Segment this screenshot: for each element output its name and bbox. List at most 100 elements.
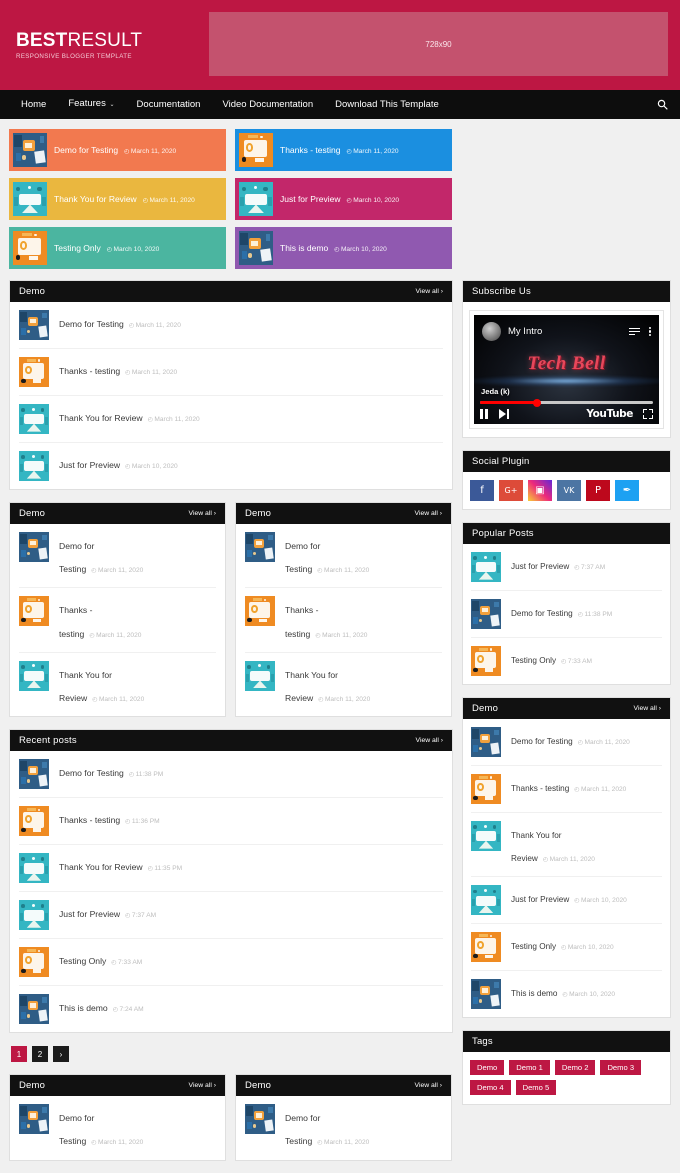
post-title[interactable]: Demo for Testing: [511, 609, 573, 618]
featured-thumbnail: [239, 231, 273, 265]
pinterest-icon[interactable]: P: [586, 480, 610, 501]
post-list-item[interactable]: Demo for Testing ◴ 11:38 PM: [471, 591, 662, 638]
post-title[interactable]: Thank You for Review: [59, 862, 143, 872]
post-list-item[interactable]: Thanks - testing ◴ March 11, 2020: [19, 349, 443, 396]
twitter-icon[interactable]: ✒: [615, 480, 639, 501]
featured-card[interactable]: Demo for Testing ◴ March 11, 2020: [9, 129, 226, 171]
post-title[interactable]: Demo for Testing: [285, 541, 320, 574]
post-title[interactable]: Thanks - testing: [59, 605, 92, 638]
featured-card[interactable]: Just for Preview ◴ March 10, 2020: [235, 178, 452, 220]
post-list-item[interactable]: Just for Preview ◴ 7:37 AM: [471, 544, 662, 591]
post-list-item[interactable]: Just for Preview ◴ March 10, 2020: [471, 877, 662, 925]
progress-bar[interactable]: [480, 398, 653, 407]
nav-item-documentation[interactable]: Documentation: [126, 90, 212, 119]
widget-demo-main: Demo View all › Demo for Testing ◴ March 1…: [9, 280, 453, 490]
site-logo[interactable]: BESTRESULT RESPONSIVE BLOGGER TEMPLATE: [16, 31, 142, 60]
featured-card[interactable]: Thank You for Review ◴ March 11, 2020: [9, 178, 226, 220]
pagination-button[interactable]: ›: [53, 1046, 69, 1063]
view-all-link[interactable]: View all ›: [415, 510, 442, 517]
googleplus-icon[interactable]: G+: [499, 480, 523, 501]
post-list-item[interactable]: Thank You for Review ◴ March 11, 2020: [19, 396, 443, 443]
post-date: ◴ 7:33 AM: [111, 959, 143, 967]
featured-card[interactable]: Thanks - testing ◴ March 11, 2020: [235, 129, 452, 171]
playlist-icon[interactable]: [628, 327, 640, 336]
pagination-button[interactable]: 1: [11, 1046, 27, 1063]
nav-item-download-this-template[interactable]: Download This Template: [324, 90, 450, 119]
post-title[interactable]: This is demo: [511, 989, 557, 998]
tag-item[interactable]: Demo 2: [554, 1060, 596, 1076]
post-list-item[interactable]: Thanks - testing ◴ March 11, 2020: [245, 588, 442, 653]
post-title[interactable]: Just for Preview: [59, 460, 120, 470]
post-list-item[interactable]: Demo for Testing ◴ March 11, 2020: [19, 302, 443, 349]
view-all-link[interactable]: View all ›: [416, 288, 443, 295]
view-all-link[interactable]: View all ›: [416, 737, 443, 744]
post-list-item[interactable]: Thanks - testing ◴ March 11, 2020: [19, 588, 216, 653]
post-list-item[interactable]: This is demo ◴ 7:24 AM: [19, 986, 443, 1032]
progress-knob[interactable]: [533, 398, 542, 407]
post-list-item[interactable]: Thank You for Review ◴ March 11, 2020: [245, 653, 442, 716]
facebook-icon[interactable]: f: [470, 480, 494, 501]
post-list-item[interactable]: Demo for Testing ◴ March 11, 2020: [19, 524, 216, 589]
tag-item[interactable]: Demo 3: [600, 1060, 642, 1076]
view-all-link[interactable]: View all ›: [189, 510, 216, 517]
post-list-item[interactable]: Thank You for Review ◴ 11:35 PM: [19, 845, 443, 893]
tag-item[interactable]: Demo 1: [509, 1060, 550, 1076]
post-list-item[interactable]: This is demo ◴ March 10, 2020: [471, 971, 662, 1017]
post-list-item[interactable]: Testing Only ◴ 7:33 AM: [19, 939, 443, 987]
post-list-item[interactable]: Demo for Testing ◴ March 11, 2020: [19, 1096, 216, 1159]
post-title[interactable]: Demo for Testing: [59, 541, 94, 574]
youtube-logo[interactable]: YouTube: [586, 408, 633, 420]
vk-icon[interactable]: VK: [557, 480, 581, 501]
post-list-item[interactable]: Thanks - testing ◴ March 11, 2020: [471, 766, 662, 813]
tag-item[interactable]: Demo 4: [470, 1080, 511, 1096]
post-list-item[interactable]: Demo for Testing ◴ March 11, 2020: [471, 719, 662, 766]
post-title[interactable]: Demo for Testing: [59, 768, 124, 778]
post-list-item[interactable]: Thank You for Review ◴ March 11, 2020: [19, 653, 216, 716]
tag-item[interactable]: Demo 5: [515, 1080, 557, 1096]
post-title[interactable]: Thanks - testing: [59, 815, 120, 825]
pagination-button[interactable]: 2: [32, 1046, 48, 1063]
tag-item[interactable]: Demo: [470, 1060, 505, 1076]
post-title[interactable]: Testing Only: [511, 656, 556, 665]
post-list-item[interactable]: Demo for Testing ◴ March 11, 2020: [245, 1096, 442, 1159]
post-list-item[interactable]: Demo for Testing ◴ March 11, 2020: [245, 524, 442, 589]
post-meta: Demo for Testing ◴ March 11, 2020: [511, 727, 630, 751]
nav-item-video-documentation[interactable]: Video Documentation: [211, 90, 324, 119]
post-list-item[interactable]: Testing Only ◴ March 10, 2020: [471, 924, 662, 972]
post-title[interactable]: Testing Only: [511, 942, 556, 951]
youtube-player[interactable]: My Intro Tech Bell Jeda (k) YouTube: [474, 315, 659, 424]
post-title[interactable]: Thanks - testing: [285, 605, 318, 638]
nav-item-home[interactable]: Home: [10, 90, 57, 119]
pause-icon[interactable]: [480, 409, 488, 419]
post-title[interactable]: Just for Preview: [511, 562, 569, 571]
post-title[interactable]: Demo for Testing: [59, 319, 124, 329]
nav-item-features[interactable]: Features ⌄: [57, 89, 125, 120]
post-title[interactable]: Demo for Testing: [285, 1113, 320, 1146]
post-title[interactable]: Thanks - testing: [511, 784, 569, 793]
post-title[interactable]: Testing Only: [59, 956, 106, 966]
post-title[interactable]: Just for Preview: [511, 895, 569, 904]
post-title[interactable]: This is demo: [59, 1003, 108, 1013]
post-list-item[interactable]: Testing Only ◴ 7:33 AM: [471, 638, 662, 684]
featured-card[interactable]: This is demo ◴ March 10, 2020: [235, 227, 452, 269]
instagram-icon[interactable]: ▣: [528, 480, 552, 501]
ad-banner[interactable]: 728x90: [209, 12, 668, 76]
post-title[interactable]: Demo for Testing: [511, 737, 573, 746]
post-list-item[interactable]: Just for Preview ◴ March 10, 2020: [19, 443, 443, 489]
post-title[interactable]: Thank You for Review: [59, 413, 143, 423]
post-title[interactable]: Thanks - testing: [59, 366, 120, 376]
post-list-item[interactable]: Demo for Testing ◴ 11:38 PM: [19, 751, 443, 799]
featured-card[interactable]: Testing Only ◴ March 10, 2020: [9, 227, 226, 269]
featured-thumbnail: [239, 133, 273, 167]
view-all-link[interactable]: View all ›: [634, 705, 661, 712]
next-icon[interactable]: [498, 409, 509, 419]
post-list-item[interactable]: Thank You for Review ◴ March 11, 2020: [471, 813, 662, 878]
search-icon[interactable]: [657, 90, 668, 119]
post-list-item[interactable]: Just for Preview ◴ 7:37 AM: [19, 892, 443, 940]
more-options-icon[interactable]: [648, 326, 651, 337]
fullscreen-icon[interactable]: [643, 409, 653, 419]
post-title[interactable]: Demo for Testing: [59, 1113, 94, 1146]
post-title[interactable]: Just for Preview: [59, 909, 120, 919]
post-list-item[interactable]: Thanks - testing ◴ 11:36 PM: [19, 798, 443, 846]
post-meta: Thanks - testing ◴ March 11, 2020: [285, 596, 403, 643]
